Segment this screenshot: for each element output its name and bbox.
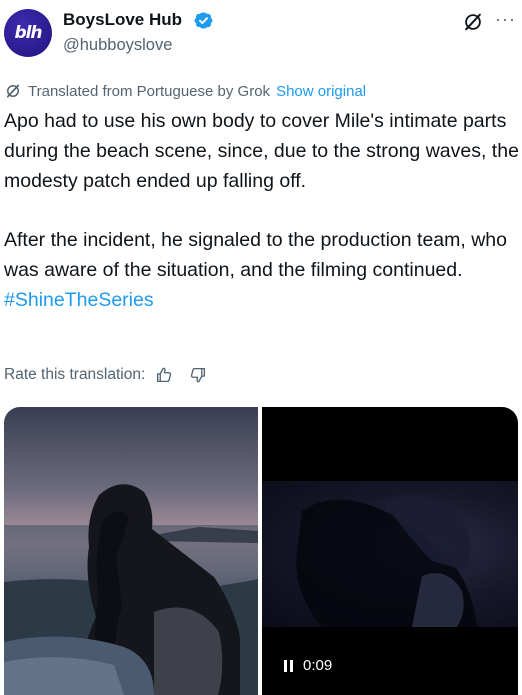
avatar[interactable]: blh: [4, 9, 52, 57]
tweet-paragraph-text: After the incident, he signaled to the p…: [4, 229, 507, 281]
grok-icon: [6, 84, 20, 98]
author-handle[interactable]: @hubboyslove: [63, 36, 172, 55]
grok-icon[interactable]: [462, 11, 484, 33]
thumbs-down-icon[interactable]: [189, 366, 207, 384]
beach-photo[interactable]: [4, 407, 258, 695]
rate-translation: Rate this translation:: [4, 366, 207, 384]
tweet-paragraph: After the incident, he signaled to the p…: [4, 226, 519, 315]
media-grid: 0:09: [4, 407, 518, 695]
verified-badge-icon[interactable]: [193, 10, 214, 31]
video-frame: [262, 481, 518, 627]
translation-label: Translated from Portuguese by Grok: [28, 82, 271, 100]
video-player[interactable]: 0:09: [262, 407, 518, 695]
show-original-link[interactable]: Show original: [276, 83, 366, 100]
thumbs-up-icon[interactable]: [155, 366, 173, 384]
hashtag-link[interactable]: #ShineTheSeries: [4, 289, 154, 311]
video-controls: 0:09: [284, 657, 332, 674]
pause-icon[interactable]: [284, 659, 293, 672]
beach-scene-illustration: [4, 484, 258, 695]
tweet-paragraph: Apo had to use his own body to cover Mil…: [4, 110, 519, 192]
more-options-icon[interactable]: ···: [495, 10, 516, 28]
video-time: 0:09: [303, 657, 333, 674]
translation-banner: Translated from Portuguese by Grok Show …: [4, 81, 366, 101]
tweet-text: Apo had to use his own body to cover Mil…: [4, 107, 519, 316]
avatar-logo-text: blh: [14, 23, 42, 43]
rate-translation-label: Rate this translation:: [4, 366, 146, 383]
video-scene-illustration: [296, 495, 477, 627]
tweet-header: blh BoysLove Hub @hubboyslove ···: [0, 0, 522, 70]
author-display-name[interactable]: BoysLove Hub: [63, 10, 182, 30]
